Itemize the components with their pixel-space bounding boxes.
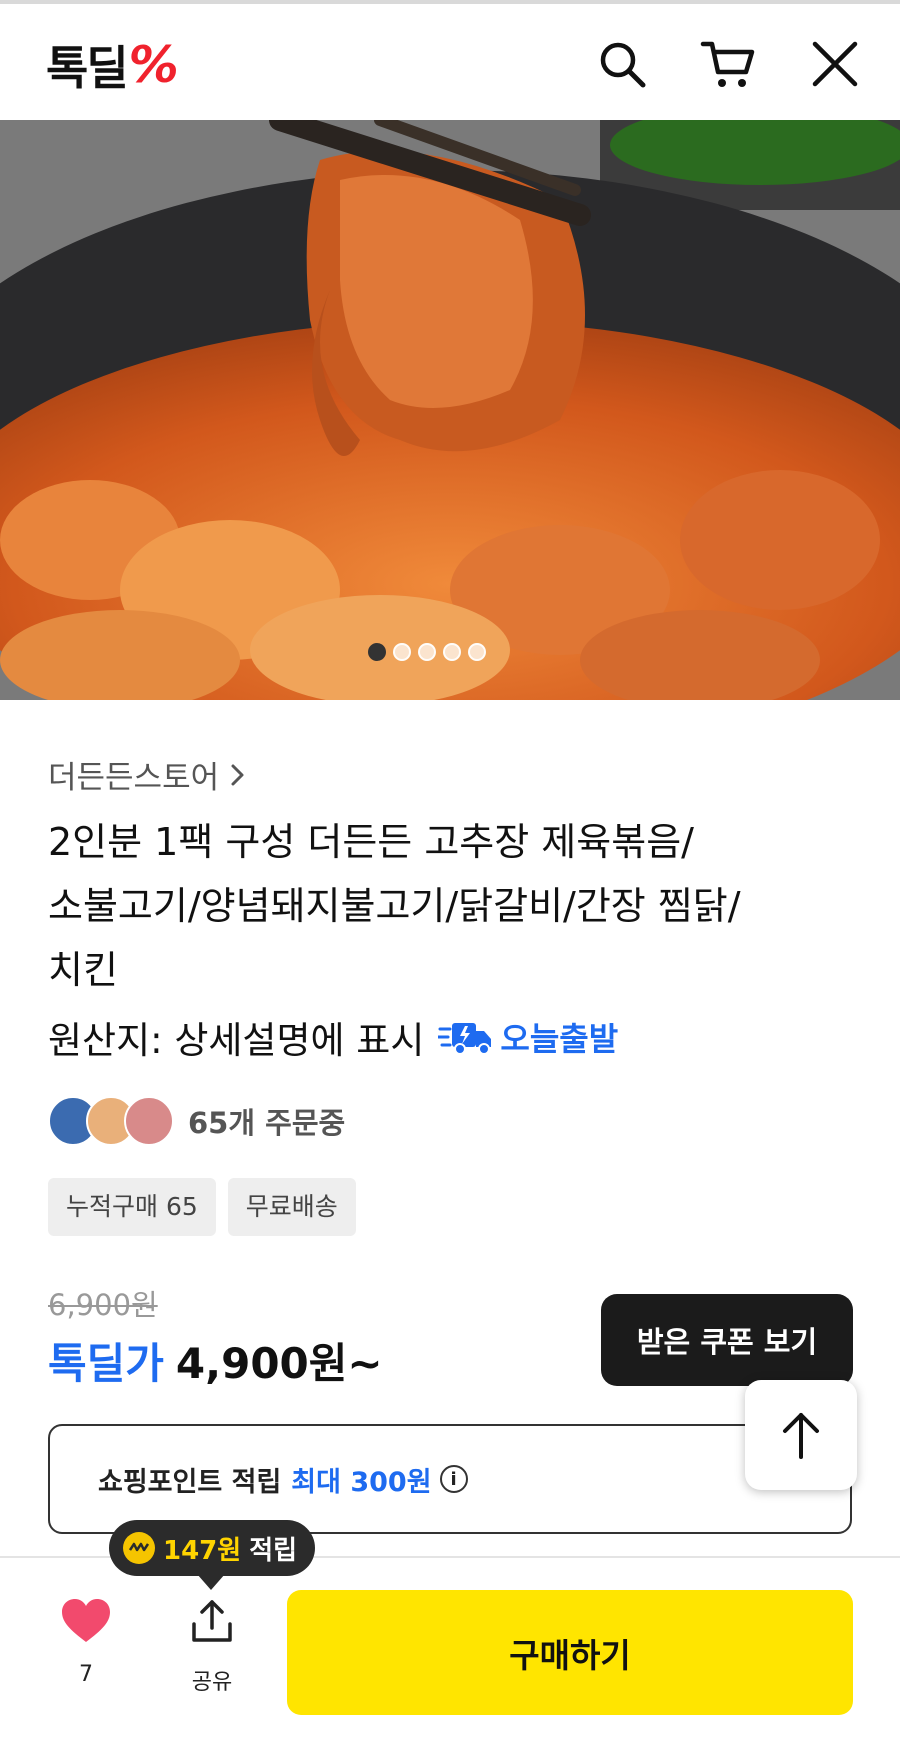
logo-percent-symbol: % [128, 36, 179, 94]
deal-price: 4,900원~ [175, 1339, 383, 1388]
search-icon[interactable] [592, 34, 652, 94]
product-title-line: 치킨 [48, 948, 118, 992]
deal-price-label: 톡딜가 [48, 1339, 164, 1388]
tooltip-suffix: 적립 [249, 1535, 298, 1566]
cumulative-purchase-chip: 누적구매 65 [48, 1178, 216, 1236]
cart-icon[interactable] [698, 34, 758, 94]
app-header: 톡딜 % [0, 4, 900, 120]
info-icon[interactable]: i [439, 1465, 468, 1493]
heart-icon [62, 1599, 110, 1642]
shopping-point-box[interactable]: 쇼핑포인트 적립 최대 300원 i [48, 1424, 852, 1534]
like-button[interactable]: 7 [56, 1598, 116, 1687]
product-title-line: 2인분 1팩 구성 더든든 고추장 제육볶음/ [48, 820, 694, 864]
buyer-avatars [48, 1096, 174, 1146]
close-icon[interactable] [805, 34, 865, 94]
today-shipping-label: 오늘출발 [500, 1020, 619, 1058]
origin-text: 원산지: 상세설명에 표시 [48, 1019, 425, 1062]
scroll-to-top-button[interactable] [745, 1380, 857, 1490]
product-title-line: 소불고기/양념돼지불고기/닭갈비/간장 찜닭/ [48, 884, 741, 928]
today-shipping-badge: 오늘출발 [438, 1014, 618, 1060]
product-photo [0, 120, 900, 700]
original-price: 6,900원 [48, 1288, 158, 1322]
orders-count: 65개 주문중 [188, 1106, 346, 1140]
chevron-right-icon [231, 764, 244, 785]
carousel-dot[interactable] [368, 643, 386, 661]
point-coin-icon [123, 1532, 155, 1564]
view-coupons-button[interactable]: 받은 쿠폰 보기 [601, 1294, 853, 1386]
origin-row: 원산지: 상세설명에 표시 오늘출발 [48, 1010, 618, 1064]
carousel-dot[interactable] [393, 643, 411, 661]
product-title: 2인분 1팩 구성 더든든 고추장 제육볶음/ 소불고기/양념돼지불고기/닭갈비… [48, 810, 848, 1002]
orders-row: 65개 주문중 [48, 1096, 345, 1146]
share-button[interactable]: 공유 [182, 1598, 242, 1696]
like-count: 7 [79, 1662, 93, 1687]
store-link[interactable]: 더든든스토어 [48, 752, 249, 797]
share-label: 공유 [191, 1670, 233, 1695]
store-name: 더든든스토어 [48, 760, 220, 796]
tag-chips: 누적구매 65 무료배송 [48, 1178, 356, 1236]
deal-price-row: 톡딜가 4,900원~ [48, 1330, 383, 1391]
logo-text: 톡딜 [46, 41, 129, 95]
arrow-up-icon [783, 1413, 819, 1459]
point-reward-tooltip: 147원 적립 [109, 1520, 316, 1576]
talkdeal-logo[interactable]: 톡딜 % [46, 32, 179, 98]
tooltip-amount: 147원 [163, 1535, 242, 1566]
tooltip-tail [197, 1574, 225, 1590]
buy-button[interactable]: 구매하기 [287, 1590, 853, 1715]
carousel-dot[interactable] [443, 643, 461, 661]
avatar [124, 1096, 174, 1146]
shopping-point-label: 쇼핑포인트 적립 [98, 1466, 282, 1498]
carousel-indicators [368, 643, 486, 661]
product-image-carousel[interactable] [0, 120, 900, 700]
share-icon [192, 1600, 232, 1642]
delivery-truck-icon [438, 1023, 492, 1055]
carousel-dot[interactable] [418, 643, 436, 661]
shopping-point-max: 최대 300원 [291, 1466, 432, 1498]
carousel-dot[interactable] [468, 643, 486, 661]
free-shipping-chip: 무료배송 [227, 1178, 356, 1236]
